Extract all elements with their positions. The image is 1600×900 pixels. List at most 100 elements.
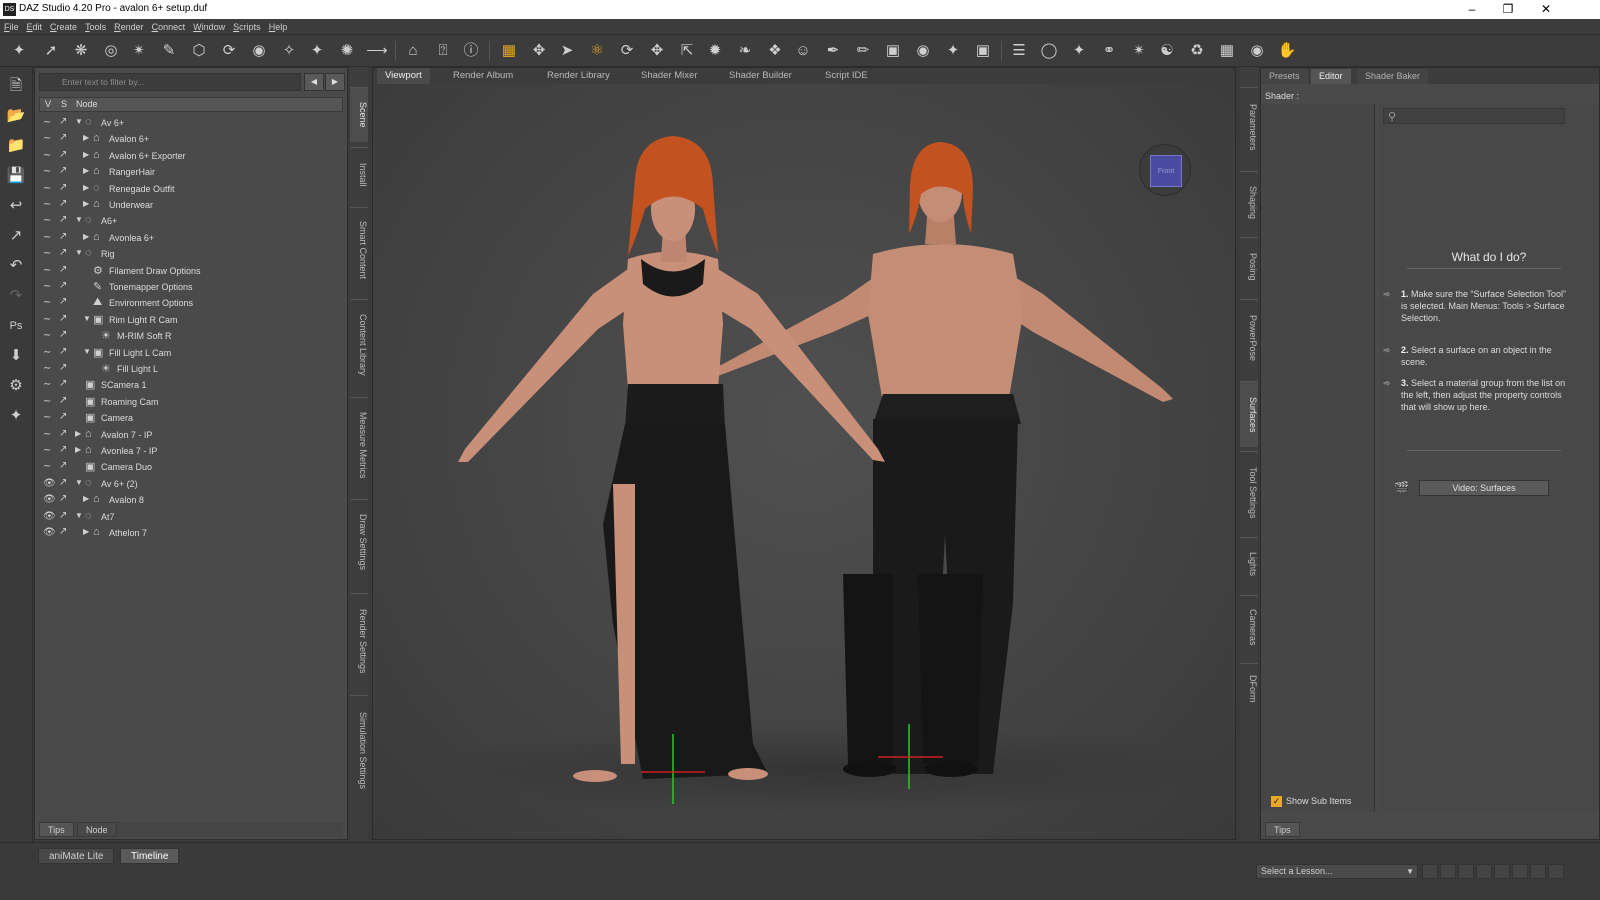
selectable-arrow-icon[interactable]: ↗: [59, 395, 67, 406]
visibility-eye-icon[interactable]: ∼: [43, 363, 51, 374]
visibility-eye-icon[interactable]: ∼: [43, 396, 51, 407]
scene-node-row[interactable]: 👁 ↗ ▶ ⌂ Athelon 7: [39, 525, 339, 541]
expand-arrow-icon[interactable]: ▶: [75, 429, 81, 438]
scene-node-row[interactable]: ∼ ↗ ✎ Tonemapper Options: [39, 279, 339, 295]
selectable-arrow-icon[interactable]: ↗: [59, 231, 67, 242]
expand-arrow-icon[interactable]: ▼: [83, 347, 91, 356]
selectable-arrow-icon[interactable]: ↗: [59, 510, 67, 521]
vertical-tab[interactable]: Smart Content: [350, 207, 368, 292]
tab-presets[interactable]: Presets: [1261, 69, 1308, 84]
scene-forward-button[interactable]: ▶: [325, 73, 345, 91]
expand-arrow-icon[interactable]: ▼: [75, 478, 83, 487]
menu-window[interactable]: Window: [189, 19, 229, 35]
geometry-editor-icon[interactable]: ◎: [100, 40, 122, 62]
measure-icon[interactable]: ⟶: [366, 40, 388, 62]
visibility-eye-icon[interactable]: ∼: [43, 248, 51, 259]
selectable-arrow-icon[interactable]: ↗: [59, 378, 67, 389]
scene-node-row[interactable]: 👁 ↗ ▶ ⌂ Avalon 8: [39, 492, 339, 508]
scene-node-row[interactable]: ∼ ↗ ▶ ◌ Renegade Outfit: [39, 181, 339, 197]
lesson-nav-button[interactable]: [1476, 864, 1492, 879]
iray-icon[interactable]: ✦: [942, 40, 964, 62]
scene-node-row[interactable]: ∼ ↗ ⚙ Filament Draw Options: [39, 263, 339, 279]
vertical-tab[interactable]: Draw Settings: [350, 499, 368, 584]
wand-icon[interactable]: ✦: [1068, 40, 1090, 62]
lesson-nav-button[interactable]: [1512, 864, 1528, 879]
scale-icon[interactable]: ⇱: [676, 40, 698, 62]
scene-node-row[interactable]: ∼ ↗ ▼ ▣ Fill Light L Cam: [39, 345, 339, 361]
globe-icon[interactable]: ◉: [1246, 40, 1268, 62]
scene-node-row[interactable]: 👁 ↗ ▼ ◌ At7: [39, 509, 339, 525]
filter-input[interactable]: Enter text to filter by...: [39, 73, 301, 91]
selectable-arrow-icon[interactable]: ↗: [59, 296, 67, 307]
settings-icon[interactable]: ⚙: [5, 375, 27, 397]
selectable-arrow-icon[interactable]: ↗: [59, 247, 67, 258]
expand-arrow-icon[interactable]: ▶: [75, 445, 81, 454]
scene-node-row[interactable]: ∼ ↗ ☀ Fill Light L: [39, 361, 339, 377]
cross-section-icon[interactable]: ✹: [704, 40, 726, 62]
export-icon[interactable]: ↗: [5, 225, 27, 247]
lesson-select[interactable]: Select a Lesson... ▼: [1256, 864, 1418, 879]
selectable-arrow-icon[interactable]: ↗: [59, 132, 67, 143]
expand-arrow-icon[interactable]: ▶: [83, 527, 89, 536]
expand-arrow-icon[interactable]: ▼: [75, 117, 83, 126]
scene-node-row[interactable]: ∼ ↗ ▼ ◌ A6+: [39, 213, 339, 229]
visibility-eye-icon[interactable]: ∼: [43, 429, 51, 440]
selectable-arrow-icon[interactable]: ↗: [59, 493, 67, 504]
selectable-arrow-icon[interactable]: ↗: [59, 526, 67, 537]
strength-icon[interactable]: ♻: [1186, 40, 1208, 62]
selectable-arrow-icon[interactable]: ↗: [59, 362, 67, 373]
scene-node-row[interactable]: ∼ ↗ ▶ ⌂ Underwear: [39, 197, 339, 213]
expand-arrow-icon[interactable]: ▼: [83, 314, 91, 323]
3d-viewport[interactable]: Front: [373, 84, 1235, 839]
selectable-arrow-icon[interactable]: ↗: [59, 198, 67, 209]
redo-icon[interactable]: ↷: [5, 285, 27, 307]
viewport-tab[interactable]: Shader Builder: [721, 68, 800, 84]
vertical-tab[interactable]: Measure Metrics: [350, 397, 368, 492]
scene-node-row[interactable]: ∼ ↗ ▣ Camera: [39, 410, 339, 426]
expand-arrow-icon[interactable]: ▶: [83, 183, 89, 192]
scene-node-row[interactable]: ∼ ↗ ▣ Camera Duo: [39, 459, 339, 475]
node-alignment-icon[interactable]: ✧: [278, 40, 300, 62]
visibility-eye-icon[interactable]: ∼: [43, 330, 51, 341]
menu-edit[interactable]: Edit: [23, 19, 47, 35]
male-figure[interactable]: [711, 142, 1173, 777]
expand-arrow-icon[interactable]: ▼: [75, 215, 83, 224]
selectable-arrow-icon[interactable]: ↗: [59, 182, 67, 193]
brush-icon[interactable]: ✏: [852, 40, 874, 62]
expand-arrow-icon[interactable]: ▶: [83, 150, 89, 159]
bones-icon[interactable]: ✴: [1128, 40, 1150, 62]
view-cube-front-face[interactable]: Front: [1150, 155, 1182, 187]
menu-connect[interactable]: Connect: [148, 19, 190, 35]
lesson-nav-button[interactable]: [1440, 864, 1456, 879]
vertical-tab[interactable]: Tool Settings: [1240, 451, 1258, 533]
node-column[interactable]: Node: [76, 99, 98, 109]
expand-arrow-icon[interactable]: ▶: [83, 133, 89, 142]
circle-tool-icon[interactable]: ◯: [1038, 40, 1060, 62]
scene-node-row[interactable]: 👁 ↗ ▼ ◌ Av 6+ (2): [39, 476, 339, 492]
transfer-utility-icon[interactable]: ✦: [306, 40, 328, 62]
universal-tool-icon[interactable]: ✥: [528, 40, 550, 62]
selectable-arrow-icon[interactable]: ↗: [59, 477, 67, 488]
undo-icon[interactable]: ↶: [5, 255, 27, 277]
selectable-arrow-icon[interactable]: ↗: [59, 116, 67, 127]
scene-node-row[interactable]: ∼ ↗ ▼ ▣ Rim Light R Cam: [39, 312, 339, 328]
camera-icon[interactable]: ▣: [972, 40, 994, 62]
visibility-eye-icon[interactable]: ∼: [43, 117, 51, 128]
menu-scripts[interactable]: Scripts: [229, 19, 265, 35]
viewport-tab[interactable]: Shader Mixer: [633, 68, 706, 84]
expand-arrow-icon[interactable]: ▼: [75, 248, 83, 257]
vertical-tab[interactable]: PowerPose: [1240, 299, 1258, 377]
lesson-nav-button[interactable]: [1458, 864, 1474, 879]
minimize-button[interactable]: –: [1454, 0, 1490, 19]
translate-icon[interactable]: ✥: [646, 40, 668, 62]
scene-node-row[interactable]: ∼ ↗ ⛰ Environment Options: [39, 295, 339, 311]
import-icon[interactable]: ↩: [5, 195, 27, 217]
pose-icon[interactable]: ☺: [792, 40, 814, 62]
visibility-eye-icon[interactable]: ∼: [43, 166, 51, 177]
selectable-arrow-icon[interactable]: ↗: [59, 444, 67, 455]
menu-tools[interactable]: Tools: [81, 19, 110, 35]
visibility-eye-icon[interactable]: ∼: [43, 133, 51, 144]
figure-pose-icon[interactable]: ✦: [5, 405, 27, 427]
vertical-tab[interactable]: Surfaces: [1240, 381, 1258, 447]
vertical-tab[interactable]: Content Library: [350, 299, 368, 389]
